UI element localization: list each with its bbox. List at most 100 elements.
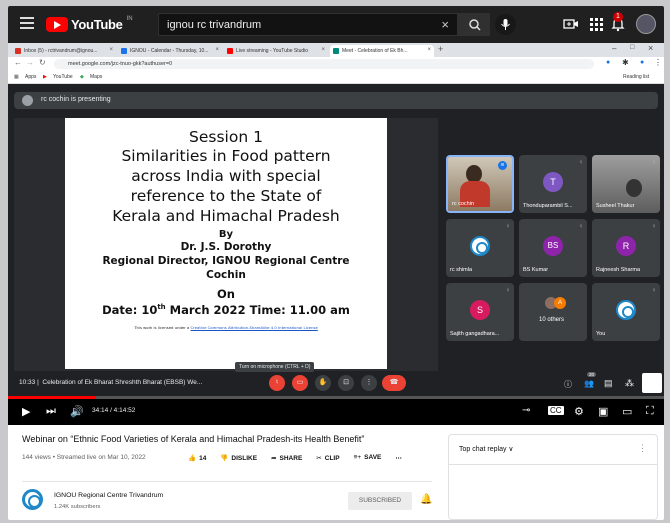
chat-more-icon[interactable]: ⋮ xyxy=(638,443,647,454)
subscribed-button[interactable]: SUBSCRIBED xyxy=(348,492,412,510)
more-options-button[interactable]: ⋮ xyxy=(361,375,377,391)
others-count: 10 others xyxy=(539,317,565,323)
present-now-button[interactable]: ⊡ xyxy=(338,375,354,391)
license-link[interactable]: Creative Commons Attribution-ShareAlike … xyxy=(191,325,318,330)
minimize-window-icon[interactable]: – xyxy=(612,44,616,53)
microphone-off-button[interactable]: ♮ xyxy=(269,375,285,391)
search-button[interactable] xyxy=(458,13,490,36)
more-actions-icon[interactable]: ⋯ xyxy=(395,454,402,466)
fullscreen-icon[interactable]: ⛶ xyxy=(646,405,654,418)
play-icon[interactable]: ▶ xyxy=(22,405,30,418)
meet-window: rc cochin is presenting Session 1 Simila… xyxy=(8,84,664,396)
participant-tile[interactable]: ♮ Susheel Thakur xyxy=(592,155,660,213)
participant-name: Susheel Thakur xyxy=(596,203,635,209)
close-tab-icon[interactable]: × xyxy=(427,47,431,53)
meeting-title: Celebration of Ek Bharat Shreshth Bharat… xyxy=(42,379,203,386)
chat-icon[interactable]: ▤ xyxy=(604,378,613,389)
browser-tab[interactable]: IGNOU - Calendar - Thursday, 10... × xyxy=(118,45,222,57)
thumbs-up-icon: 👍 xyxy=(188,455,197,462)
channel-name[interactable]: IGNOU Regional Centre Trivandrum xyxy=(54,492,163,499)
bookmark-apps[interactable]: Apps xyxy=(25,74,36,80)
camera-off-button[interactable]: ▭ xyxy=(292,375,308,391)
account-avatar[interactable] xyxy=(636,14,656,34)
slide-license: This work is licensed under a Creative C… xyxy=(65,325,387,330)
progress-track[interactable] xyxy=(8,396,664,399)
browser-menu-icon[interactable]: ⋮ xyxy=(654,58,662,67)
notification-bell-icon[interactable]: 🔔 xyxy=(420,494,432,505)
participant-tile[interactable]: ≋ rc cochin xyxy=(446,155,514,213)
share-button[interactable]: ➦ SHARE xyxy=(271,454,302,466)
settings-gear-icon[interactable]: ⚙ xyxy=(574,405,584,418)
miniplayer-icon[interactable]: ▣ xyxy=(598,405,608,418)
country-code: IN xyxy=(126,16,133,22)
like-button[interactable]: 👍 14 xyxy=(188,454,206,466)
leave-call-button[interactable]: ☎ xyxy=(382,375,406,391)
slide-title-line: reference to the State of xyxy=(130,187,322,205)
close-window-icon[interactable]: × xyxy=(648,43,653,53)
camera-off-icon: ▭ xyxy=(296,379,304,386)
browser-tab-active[interactable]: Meet - Celebration of Ek Bh... × xyxy=(330,45,434,57)
participant-tile[interactable]: ♮ rc shimla xyxy=(446,219,514,277)
presenter-avatar xyxy=(22,95,33,106)
slide-title-line: Kerala and Himachal Pradesh xyxy=(112,207,340,225)
channel-avatar[interactable] xyxy=(22,489,43,510)
restore-window-icon[interactable]: □ xyxy=(630,44,634,51)
participant-tile[interactable]: ♮ You xyxy=(592,283,660,341)
notification-badge: 1 xyxy=(613,12,623,22)
subtitles-icon[interactable]: CC xyxy=(548,406,564,415)
search-input[interactable]: ignou rc trivandrum × xyxy=(158,13,458,36)
back-icon[interactable]: ← xyxy=(14,58,22,67)
video-title: Webinar on “Ethnic Food Varieties of Ker… xyxy=(22,434,365,444)
reload-icon[interactable]: ↻ xyxy=(39,58,46,67)
volume-icon[interactable]: 🔊 xyxy=(70,405,84,418)
present-icon: ⊡ xyxy=(343,379,349,386)
chat-replay-dropdown[interactable]: Top chat replay ∨ xyxy=(459,445,514,453)
close-tab-icon[interactable]: × xyxy=(215,47,219,53)
participant-avatar: R xyxy=(616,236,636,256)
participant-tile[interactable]: ♮ T Thonduparambil S... xyxy=(519,155,587,213)
people-icon[interactable]: 👥 xyxy=(584,379,594,388)
apps-grid-icon[interactable] xyxy=(588,16,604,32)
tab-label: Meet - Celebration of Ek Bh... xyxy=(342,48,408,54)
next-icon[interactable]: ⏭ xyxy=(46,405,56,418)
voice-search-button[interactable] xyxy=(495,14,516,35)
new-tab-icon[interactable]: + xyxy=(438,44,443,54)
activities-icon[interactable]: ⁂ xyxy=(625,378,634,389)
extensions-puzzle-icon[interactable]: ✱ xyxy=(622,58,629,67)
participant-tile[interactable]: ♮ R Rajneesh Sharma xyxy=(592,219,660,277)
participant-name: Sajith gangadhara... xyxy=(450,331,500,337)
browser-tab[interactable]: Inbox (5) - rctrivandrum@ignou... × xyxy=(12,45,116,57)
browser-tab[interactable]: Live streaming - YouTube Studio × xyxy=(224,45,328,57)
forward-icon[interactable]: → xyxy=(26,58,34,67)
participant-name: You xyxy=(596,331,606,337)
menu-icon[interactable] xyxy=(20,17,34,29)
close-tab-icon[interactable]: × xyxy=(109,47,113,53)
autoplay-toggle-icon[interactable]: ⊸ xyxy=(522,405,530,416)
search-icon xyxy=(469,19,481,31)
mic-off-icon: ♮ xyxy=(506,288,509,294)
participant-tile[interactable]: ♮ BS BS Kumar xyxy=(519,219,587,277)
end-call-icon: ☎ xyxy=(389,379,399,386)
raise-hand-button[interactable]: ✋ xyxy=(315,375,331,391)
bookmark-maps[interactable]: Maps xyxy=(90,74,102,80)
save-button[interactable]: ≡+ SAVE xyxy=(354,454,382,466)
close-tab-icon[interactable]: × xyxy=(321,47,325,53)
participant-tile[interactable]: A 10 others xyxy=(519,283,587,341)
participant-tile[interactable]: ♮ S Sajith gangadhara... xyxy=(446,283,514,341)
youtube-logo[interactable]: YouTube IN xyxy=(46,16,133,32)
theater-mode-icon[interactable]: ▭ xyxy=(622,405,632,418)
info-icon[interactable]: ⓘ xyxy=(564,379,572,390)
address-bar[interactable]: meet.google.com/jzc-tnuo-gkk?authuser=0 xyxy=(54,59,594,69)
profile-icon[interactable]: ● xyxy=(640,59,644,66)
create-video-icon[interactable] xyxy=(563,16,579,32)
bookmark-youtube[interactable]: YouTube xyxy=(53,74,73,80)
dislike-button[interactable]: 👎 DISLIKE xyxy=(220,454,257,466)
clip-button[interactable]: ✂ CLIP xyxy=(316,454,339,466)
channel-subscribers: 1.24K subscribers xyxy=(54,504,101,510)
ignou-logo-icon xyxy=(470,236,490,256)
clear-search-icon[interactable]: × xyxy=(441,17,449,32)
reading-list[interactable]: Reading list xyxy=(623,74,649,80)
slide-by: By xyxy=(218,229,234,240)
extension-icon[interactable]: ● xyxy=(606,59,610,66)
slide-title-line: Similarities in Food pattern xyxy=(121,147,331,165)
